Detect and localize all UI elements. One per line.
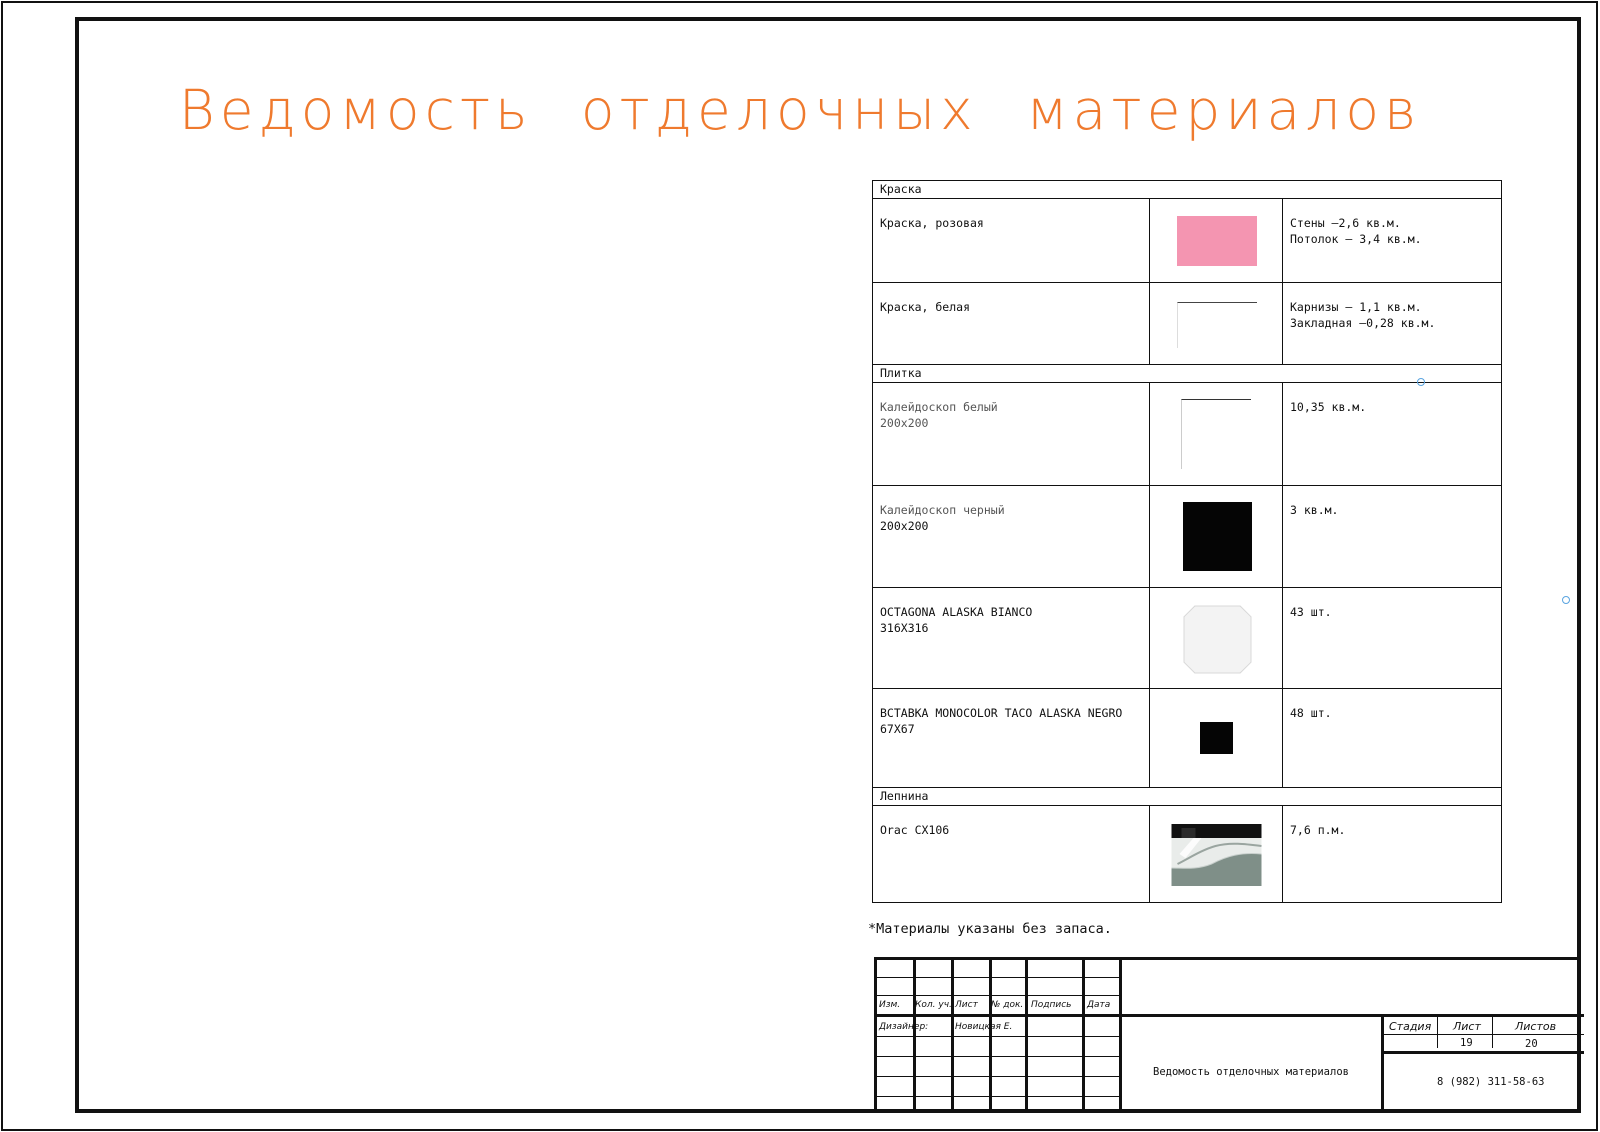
- section-label-tile: Плитка: [872, 364, 1502, 383]
- title-block-divider: [1381, 1017, 1384, 1113]
- title-block-rule: [877, 1096, 1119, 1097]
- material-name-cell: ВСТАВКА MONOCOLOR TACO ALASKA NEGRO 67X6…: [872, 688, 1150, 788]
- quantity-line: Закладная –0,28 кв.м.: [1290, 316, 1436, 330]
- footnote: *Материалы указаны без запаса.: [868, 921, 1112, 937]
- material-size: 67X67: [880, 722, 915, 736]
- col-label-kol: Кол. уч.: [915, 1000, 952, 1010]
- quantity-line: 10,35 кв.м.: [1290, 400, 1367, 414]
- designer-name: Новицкая Е.: [955, 1022, 1013, 1032]
- material-name-cell: Краска, розовая: [872, 198, 1150, 283]
- title-block-rule: [877, 1076, 1119, 1077]
- swatch-cell: [1149, 485, 1283, 588]
- title-block-rule: [1381, 1034, 1584, 1035]
- quantity-cell: 48 шт.: [1282, 688, 1502, 788]
- quantity-line: Карнизы – 1,1 кв.м.: [1290, 300, 1422, 314]
- quantity-cell: Стены –2,6 кв.м. Потолок – 3,4 кв.м.: [1282, 198, 1502, 283]
- section-header-paint: Краска: [872, 180, 1502, 199]
- white-tile-swatch: [1181, 399, 1251, 469]
- section-header-tile: Плитка: [872, 364, 1502, 383]
- quantity-line: 7,6 п.м.: [1290, 823, 1346, 837]
- swatch-cell: [1149, 282, 1283, 365]
- selection-handle-icon: [1417, 378, 1425, 386]
- white-paint-swatch: [1177, 302, 1257, 348]
- quantity-line: 48 шт.: [1290, 706, 1332, 720]
- table-row: Калейдоскоп черный 200x200 3 кв.м.: [872, 485, 1502, 588]
- swatch-cell: [1149, 587, 1283, 689]
- col-label-izm: Изм.: [879, 1000, 901, 1010]
- title-block-rule: [877, 977, 1119, 978]
- material-name: Краска, розовая: [880, 216, 984, 230]
- quantity-cell: 7,6 п.м.: [1282, 805, 1502, 903]
- table-row: ВСТАВКА MONOCOLOR TACO ALASKA NEGRO 67X6…: [872, 688, 1502, 788]
- table-row: OCTAGONA ALASKA BIANCO 316X316 43 шт.: [872, 587, 1502, 689]
- materials-table: Краска Краска, розовая Стены –2,6 кв.м. …: [872, 180, 1502, 903]
- quantity-line: 3 кв.м.: [1290, 503, 1339, 517]
- quantity-line: 43 шт.: [1290, 605, 1332, 619]
- stage-label: Стадия: [1389, 1020, 1432, 1033]
- cornice-moulding-image: [1171, 824, 1262, 886]
- sheet-label: Лист: [1453, 1020, 1481, 1033]
- table-row: Краска, розовая Стены –2,6 кв.м. Потолок…: [872, 198, 1502, 283]
- material-name-cell: Калейдоскоп белый 200x200: [872, 382, 1150, 486]
- title-block-divider: [1437, 1017, 1438, 1048]
- sheets-count: 20: [1525, 1038, 1538, 1050]
- material-name-cell: Краска, белая: [872, 282, 1150, 365]
- quantity-cell: 43 шт.: [1282, 587, 1502, 689]
- table-row: Краска, белая Карнизы – 1,1 кв.м. Заклад…: [872, 282, 1502, 365]
- sheet-title: Ведомость отделочных материалов: [1153, 1066, 1349, 1078]
- table-row: Калейдоскоп белый 200x200 10,35 кв.м.: [872, 382, 1502, 486]
- material-size: 316X316: [880, 621, 929, 635]
- title-block-rule: [877, 1014, 1584, 1017]
- swatch-cell: [1149, 805, 1283, 903]
- black-tile-swatch: [1183, 502, 1252, 571]
- quantity-line: Потолок – 3,4 кв.м.: [1290, 232, 1422, 246]
- section-header-moulding: Лепнина: [872, 787, 1502, 806]
- title-block-rule: [877, 1056, 1119, 1057]
- section-label-moulding: Лепнина: [872, 787, 1502, 806]
- swatch-cell: [1149, 382, 1283, 486]
- material-name: Калейдоскоп черный: [880, 503, 1005, 517]
- black-insert-swatch: [1200, 722, 1233, 754]
- material-name-cell: OCTAGONA ALASKA BIANCO 316X316: [872, 587, 1150, 689]
- quantity-cell: Карнизы – 1,1 кв.м. Закладная –0,28 кв.м…: [1282, 282, 1502, 365]
- quantity-line: Стены –2,6 кв.м.: [1290, 216, 1401, 230]
- selection-handle-icon: [1562, 596, 1570, 604]
- material-name: ВСТАВКА MONOCOLOR TACO ALASKA NEGRO: [880, 706, 1123, 720]
- quantity-cell: 3 кв.м.: [1282, 485, 1502, 588]
- material-size: 200x200: [880, 416, 929, 430]
- material-name-cell: Orac CX106: [872, 805, 1150, 903]
- title-block-rule: [1381, 1051, 1584, 1054]
- material-name: Orac CX106: [880, 823, 950, 837]
- col-label-list: Лист: [955, 1000, 978, 1010]
- material-name-cell: Калейдоскоп черный 200x200: [872, 485, 1150, 588]
- col-label-data: Дата: [1087, 1000, 1111, 1010]
- octagon-tile-swatch: [1183, 605, 1252, 674]
- material-size: 200x200: [880, 519, 929, 533]
- section-label-paint: Краска: [872, 180, 1502, 199]
- material-name: Краска, белая: [880, 300, 971, 314]
- material-name: Калейдоскоп белый: [880, 400, 998, 414]
- title-block: Изм. Кол. уч. Лист № док. Подпись Дата Д…: [874, 957, 1584, 1113]
- quantity-cell: 10,35 кв.м.: [1282, 382, 1502, 486]
- title-block-rule: [877, 1036, 1119, 1037]
- sheets-label: Листов: [1515, 1020, 1557, 1033]
- col-label-podpis: Подпись: [1031, 1000, 1072, 1010]
- designer-label: Дизайнер:: [879, 1022, 929, 1032]
- swatch-cell: [1149, 198, 1283, 283]
- swatch-cell: [1149, 688, 1283, 788]
- table-row: Orac CX106 7,6 п.м.: [872, 805, 1502, 903]
- pink-paint-swatch: [1177, 216, 1257, 266]
- title-block-divider: [1119, 960, 1122, 1113]
- title-block-divider: [1492, 1017, 1493, 1048]
- title-block-rule: [877, 995, 1119, 996]
- phone-number: 8 (982) 311-58-63: [1437, 1076, 1545, 1088]
- sheet-number: 19: [1460, 1037, 1473, 1049]
- page-title: Ведомость отделочных материалов: [178, 78, 1422, 142]
- material-name: OCTAGONA ALASKA BIANCO: [880, 605, 1033, 619]
- col-label-ndok: № док.: [991, 1000, 1024, 1010]
